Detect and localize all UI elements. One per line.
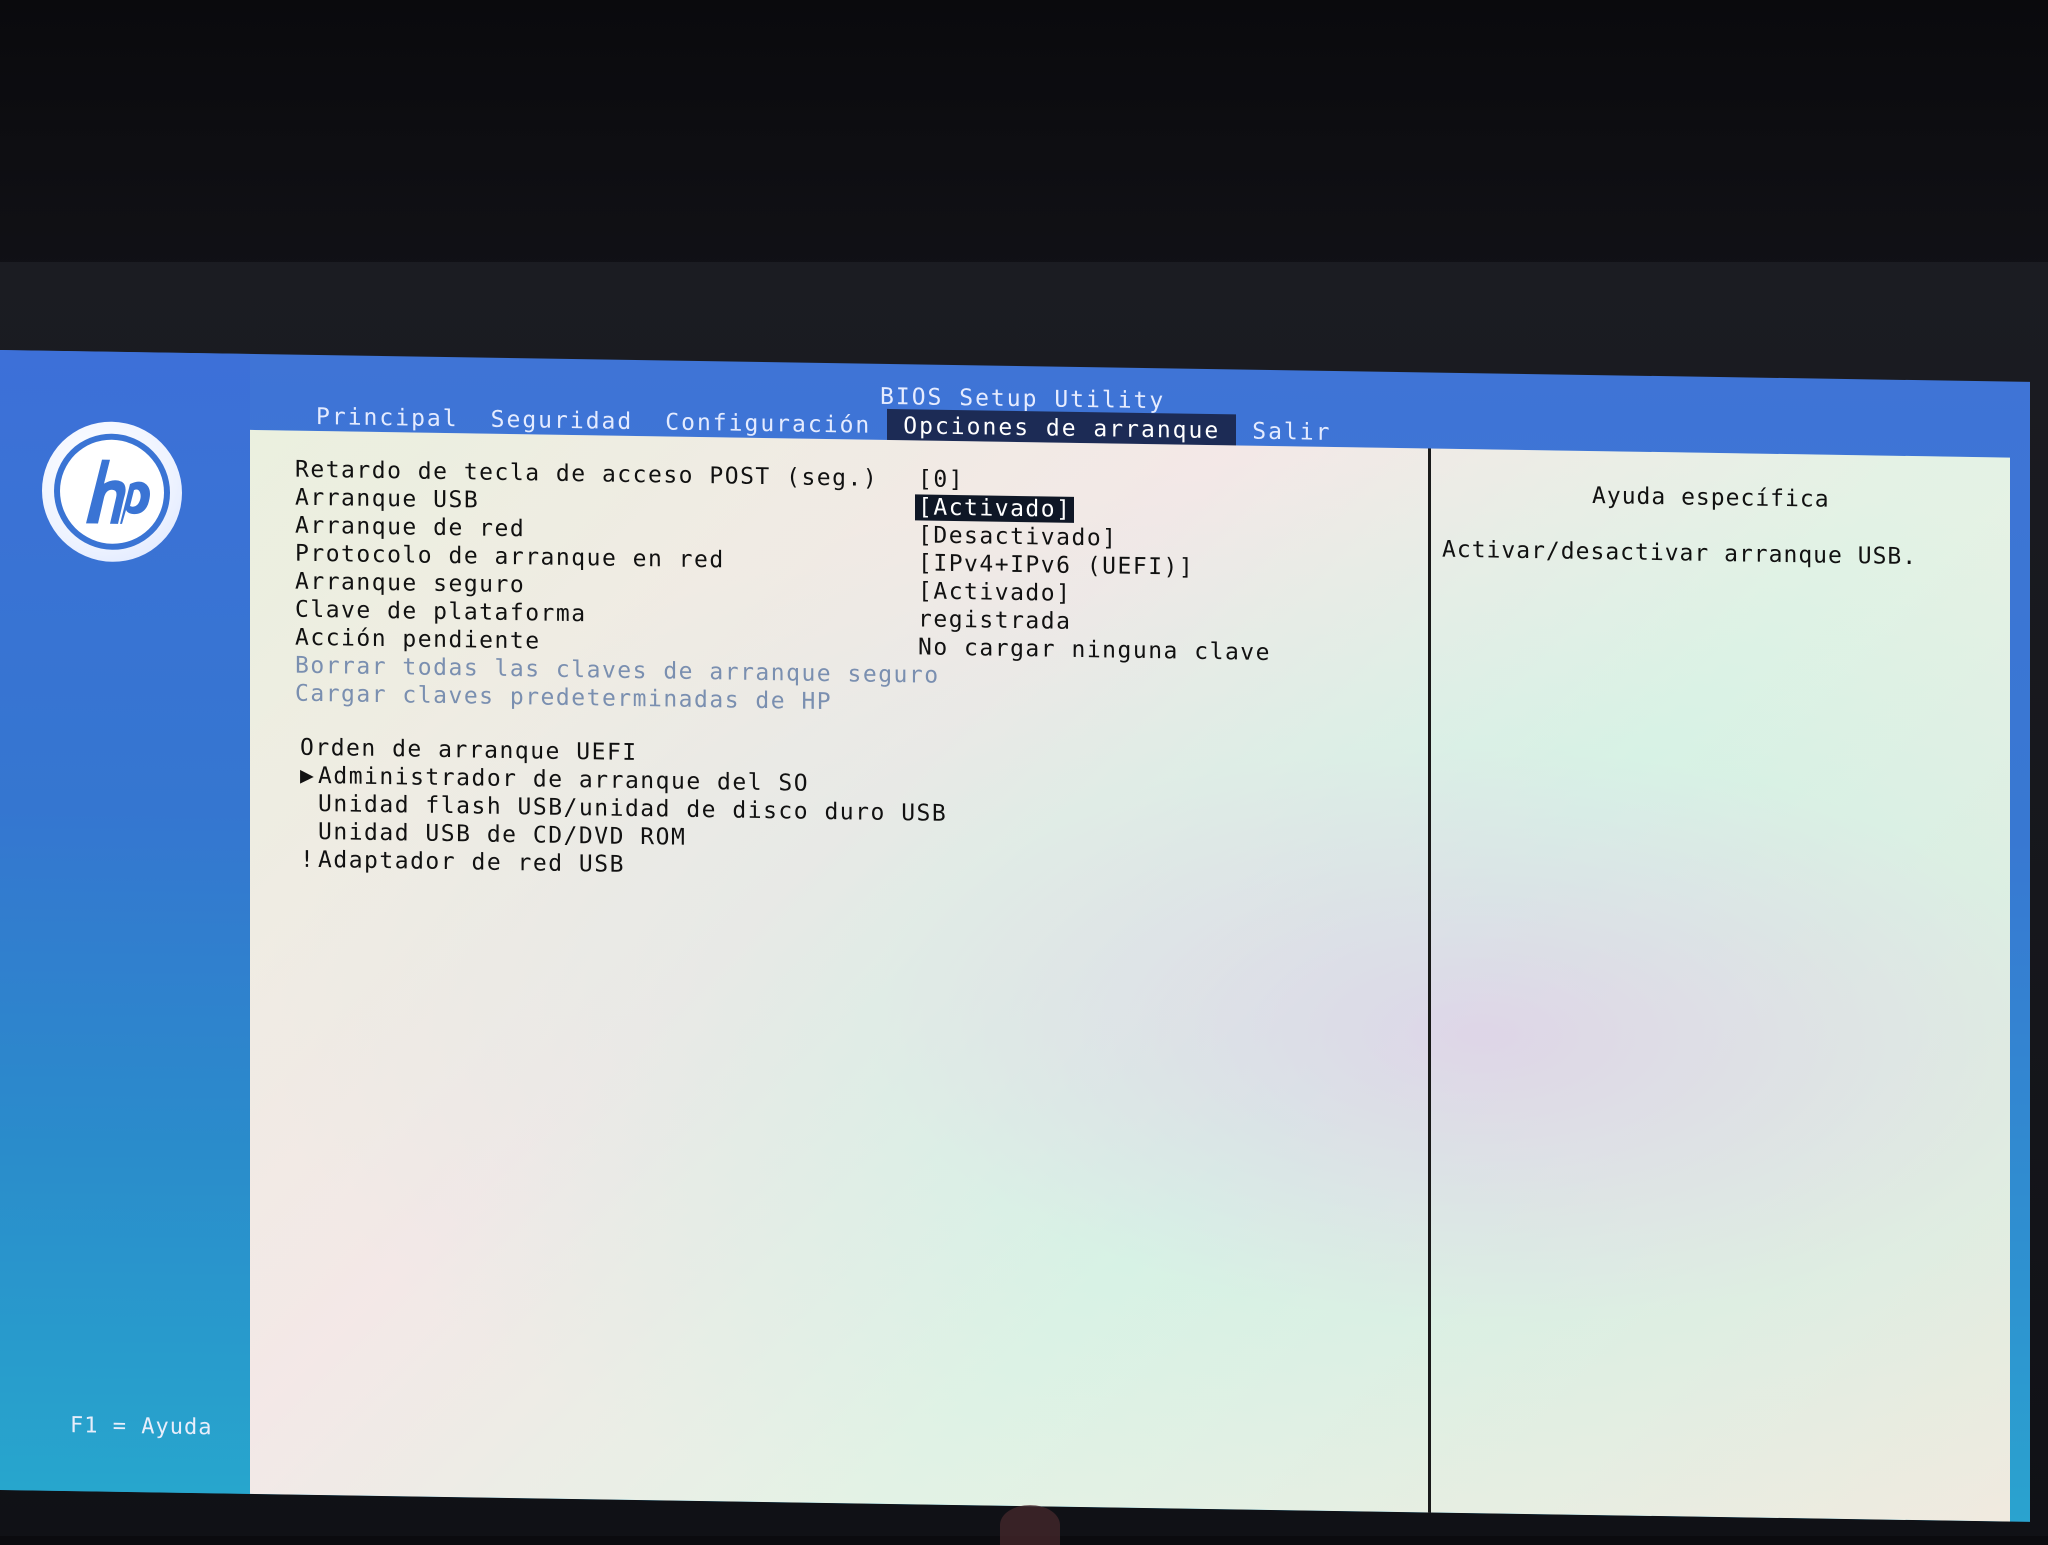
- hp-logo: [42, 421, 182, 563]
- sidebar: F1 = Ayuda: [0, 350, 250, 1494]
- setting-value: registrada: [915, 606, 1074, 635]
- help-panel: Ayuda específica Activar/desactivar arra…: [1432, 448, 2010, 1521]
- bezel-logo: [1000, 1505, 1060, 1545]
- settings-panel: Retardo de tecla de acceso POST (seg.) […: [250, 430, 1425, 1512]
- content-area: Retardo de tecla de acceso POST (seg.) […: [250, 430, 2010, 1522]
- setting-value-selected[interactable]: [Activado]: [915, 494, 1074, 523]
- setting-label: Protocolo de arranque en red: [295, 541, 725, 574]
- setting-value[interactable]: [Activado]: [915, 578, 1074, 607]
- selection-arrow-icon: ▶: [300, 763, 318, 789]
- help-title: Ayuda específica: [1592, 483, 1830, 513]
- hp-logo-icon: [52, 431, 172, 553]
- setting-value[interactable]: [0]: [915, 466, 967, 493]
- boot-order-title: Orden de arranque UEFI: [300, 735, 638, 766]
- bios-screen: F1 = Ayuda BIOS Setup Utility Principal …: [0, 350, 2030, 1522]
- help-text: Activar/desactivar arranque USB.: [1442, 537, 1917, 570]
- setting-label: Arranque USB: [295, 485, 479, 514]
- setting-value[interactable]: [Desactivado]: [915, 522, 1121, 551]
- exclamation-icon: !: [300, 847, 318, 873]
- setting-label: Acción pendiente: [295, 625, 541, 655]
- boot-item-label: Adaptador de red USB: [318, 847, 625, 878]
- f1-help-hint: F1 = Ayuda: [70, 1413, 212, 1440]
- setting-value: No cargar ninguna clave: [915, 634, 1274, 666]
- setting-value[interactable]: [IPv4+IPv6 (UEFI)]: [915, 550, 1197, 580]
- boot-item-label: Unidad USB de CD/DVD ROM: [318, 819, 686, 851]
- boot-item-usb-cd-dvd[interactable]: Unidad USB de CD/DVD ROM: [300, 819, 686, 851]
- setting-label: Clave de plataforma: [295, 597, 587, 628]
- setting-label: Arranque de red: [295, 513, 525, 543]
- setting-label: Arranque seguro: [295, 569, 525, 599]
- panel-divider: [1428, 448, 1431, 1512]
- boot-item-usb-network-adapter[interactable]: !Adaptador de red USB: [300, 847, 625, 878]
